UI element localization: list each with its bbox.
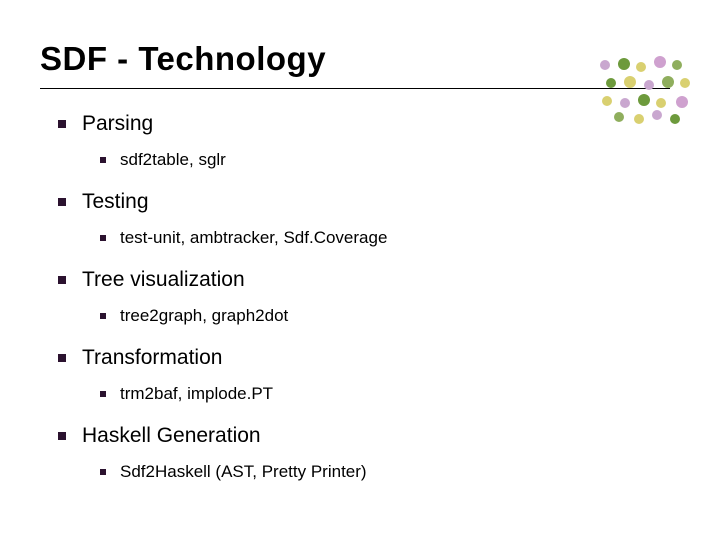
dot-icon	[600, 60, 610, 70]
list-subitem: test-unit, ambtracker, Sdf.Coverage	[100, 228, 618, 248]
list-subitem-label: Sdf2Haskell (AST, Pretty Printer)	[120, 462, 367, 482]
bullet-icon	[100, 313, 106, 319]
bullet-icon	[100, 469, 106, 475]
list-subitem-label: test-unit, ambtracker, Sdf.Coverage	[120, 228, 387, 248]
title-underline	[40, 88, 670, 89]
slide-title: SDF - Technology	[40, 40, 326, 78]
list-item-label: Haskell Generation	[82, 424, 261, 448]
list-item: Tree visualization	[58, 268, 618, 292]
list-item-label: Parsing	[82, 112, 153, 136]
decorative-dots	[600, 56, 700, 120]
bullet-icon	[58, 276, 66, 284]
bullet-icon	[100, 157, 106, 163]
list-item-label: Tree visualization	[82, 268, 245, 292]
dot-icon	[680, 78, 690, 88]
dot-icon	[624, 76, 636, 88]
dot-icon	[652, 110, 662, 120]
dot-icon	[606, 78, 616, 88]
dot-icon	[638, 94, 650, 106]
list-subitem: trm2baf, implode.PT	[100, 384, 618, 404]
bullet-icon	[100, 235, 106, 241]
list-item-label: Transformation	[82, 346, 222, 370]
dot-icon	[644, 80, 654, 90]
slide: SDF - Technology Parsing sdf2table, sglr…	[0, 0, 720, 540]
dot-icon	[676, 96, 688, 108]
dot-icon	[602, 96, 612, 106]
dot-icon	[634, 114, 644, 124]
bullet-icon	[58, 432, 66, 440]
list-item: Transformation	[58, 346, 618, 370]
dot-icon	[662, 76, 674, 88]
slide-body: Parsing sdf2table, sglr Testing test-uni…	[58, 112, 618, 482]
list-subitem-label: trm2baf, implode.PT	[120, 384, 273, 404]
list-subitem-label: tree2graph, graph2dot	[120, 306, 288, 326]
dot-icon	[656, 98, 666, 108]
dot-icon	[654, 56, 666, 68]
dot-icon	[636, 62, 646, 72]
list-item: Parsing	[58, 112, 618, 136]
dot-icon	[672, 60, 682, 70]
bullet-icon	[58, 354, 66, 362]
bullet-icon	[100, 391, 106, 397]
dot-icon	[618, 58, 630, 70]
list-subitem-label: sdf2table, sglr	[120, 150, 226, 170]
list-item: Testing	[58, 190, 618, 214]
list-subitem: Sdf2Haskell (AST, Pretty Printer)	[100, 462, 618, 482]
dot-icon	[670, 114, 680, 124]
dot-icon	[620, 98, 630, 108]
list-item: Haskell Generation	[58, 424, 618, 448]
list-subitem: tree2graph, graph2dot	[100, 306, 618, 326]
list-subitem: sdf2table, sglr	[100, 150, 618, 170]
list-item-label: Testing	[82, 190, 149, 214]
bullet-icon	[58, 120, 66, 128]
bullet-icon	[58, 198, 66, 206]
